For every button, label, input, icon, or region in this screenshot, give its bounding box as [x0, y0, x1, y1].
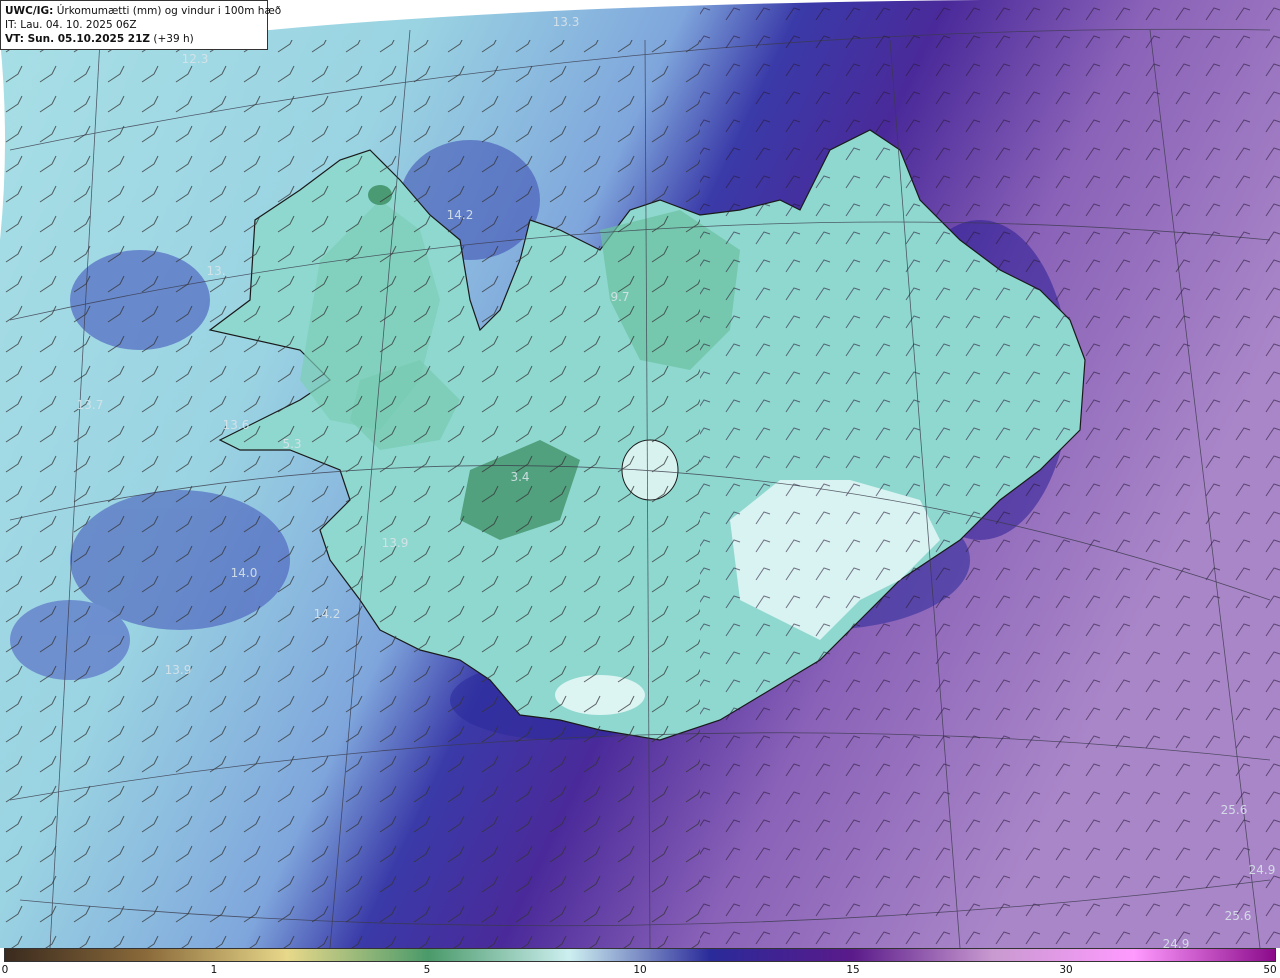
value-label: 13.3	[552, 15, 580, 29]
value-label: 14.2	[446, 208, 474, 222]
colorbar-tick: 50	[1263, 964, 1277, 976]
forecast-offset: (+39 h)	[153, 33, 194, 45]
wind-barbs-east	[700, 0, 1280, 948]
value-label: 25.6	[1224, 909, 1252, 923]
value-label: 13.9	[381, 536, 409, 550]
colorbar-tick: 15	[846, 964, 860, 976]
colorbar-strip	[4, 948, 1276, 962]
value-label: 9.7	[610, 290, 630, 304]
value-label: 13.9	[164, 663, 192, 677]
value-label: 3.4	[510, 470, 530, 484]
wind-barbs-west	[0, 40, 700, 948]
colorbar: 0 1 5 10 15 30 50	[0, 948, 1280, 978]
valid-time: VT: Sun. 05.10.2025 21Z	[5, 33, 151, 45]
colorbar-tick: 5	[423, 964, 431, 976]
value-label: 13.	[206, 264, 226, 278]
map-panel[interactable]: UWC/IG: Úrkomumætti (mm) og vindur i 100…	[0, 0, 1280, 948]
colorbar-tick: 10	[633, 964, 647, 976]
value-label: 25.6	[1220, 803, 1248, 817]
value-label: 24.9	[1248, 863, 1276, 877]
colorbar-tick: 30	[1059, 964, 1073, 976]
precipitation-wind-map[interactable]	[0, 0, 1280, 948]
variable-name: Úrkomumætti (mm) og vindur i 100m hæð	[56, 5, 282, 17]
value-label: 12.3	[181, 52, 209, 66]
value-label: 13.6	[222, 418, 250, 432]
value-label: 24.9	[1162, 937, 1190, 948]
value-label: 14.2	[313, 607, 341, 621]
product-name: UWC/IG:	[5, 5, 54, 17]
colorbar-tick: 1	[210, 964, 218, 976]
init-time: IT: Lau. 04. 10. 2025 06Z	[5, 19, 137, 31]
colorbar-tick: 0	[1, 964, 9, 976]
map-header: UWC/IG: Úrkomumætti (mm) og vindur i 100…	[0, 0, 281, 50]
value-label: 14.0	[230, 566, 258, 580]
value-label: 5.3	[282, 437, 302, 451]
value-label: 13.7	[76, 398, 104, 412]
